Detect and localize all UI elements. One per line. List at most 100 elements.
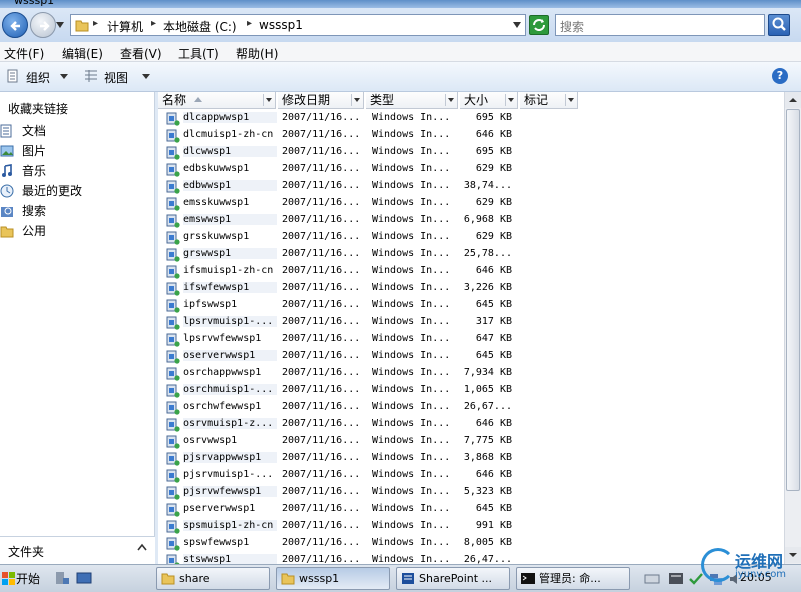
file-row[interactable]: oserverwwsp1 2007/11/16... Windows In... 64… xyxy=(158,348,784,365)
file-row[interactable]: ipfswwsp1 2007/11/16... Windows In... 645 K… xyxy=(158,297,784,314)
file-row[interactable]: spswfewwsp1 2007/11/16... Windows In... 8,0… xyxy=(158,535,784,552)
column-filter-dropdown[interactable] xyxy=(565,94,575,106)
arrow-left-icon xyxy=(10,21,20,31)
file-row[interactable]: ifsmuisp1-zh-cn 2007/11/16... Windows In..… xyxy=(158,263,784,280)
installer-package-icon xyxy=(166,197,180,211)
file-type: Windows In... xyxy=(372,299,451,310)
help-button[interactable]: ? xyxy=(772,68,788,84)
file-row[interactable]: pjsrvwfewwsp1 2007/11/16... Windows In... 5… xyxy=(158,484,784,501)
scroll-up-button[interactable] xyxy=(785,92,801,108)
column-size-label: 大小 xyxy=(464,93,489,107)
file-row[interactable]: ifswfewwsp1 2007/11/16... Windows In... 3,2… xyxy=(158,280,784,297)
menu-file[interactable]: 文件(F) xyxy=(4,45,44,62)
file-row[interactable]: osrchappwwsp1 2007/11/16... Windows In... 7… xyxy=(158,365,784,382)
start-button[interactable]: 开始 xyxy=(0,567,46,591)
show-desktop-icon[interactable] xyxy=(76,570,92,586)
column-header-type[interactable]: 类型 xyxy=(366,92,458,109)
file-row[interactable]: lpsrvwfewwsp1 2007/11/16... Windows In... 6… xyxy=(158,331,784,348)
menu-view[interactable]: 查看(V) xyxy=(120,45,162,62)
file-row[interactable]: osrchwfewwsp1 2007/11/16... Windows In... 2… xyxy=(158,399,784,416)
file-row[interactable]: dlcappwwsp1 2007/11/16... Windows In... 695… xyxy=(158,110,784,127)
file-row[interactable]: pserverwwsp1 2007/11/16... Windows In... 64… xyxy=(158,501,784,518)
file-date: 2007/11/16... xyxy=(282,214,361,225)
file-row[interactable]: dlcwwsp1 2007/11/16... Windows In... 695 KB xyxy=(158,144,784,161)
file-row[interactable]: lpsrvmuisp1-... 2007/11/16... Windows In..… xyxy=(158,314,784,331)
public-folder-icon xyxy=(0,226,14,238)
menu-help[interactable]: 帮助(H) xyxy=(236,45,278,62)
address-bar[interactable]: ▸ 计算机 ▸ 本地磁盘 (C:) ▸ wsssp1 xyxy=(70,14,526,36)
file-row[interactable]: osrvmuisp1-z... 2007/11/16... Windows In..… xyxy=(158,416,784,433)
favorite-recent-changes[interactable]: 最近的更改 xyxy=(0,182,150,200)
installer-package-icon xyxy=(166,112,180,126)
folders-toggle[interactable]: 文件夹 xyxy=(0,536,155,564)
task-sharepoint[interactable]: SharePoint ... xyxy=(396,567,510,590)
back-button[interactable] xyxy=(2,12,28,38)
installer-package-icon xyxy=(166,452,180,466)
keyboard-icon[interactable] xyxy=(644,571,660,587)
file-name: dlcappwwsp1 xyxy=(183,112,277,123)
breadcrumb-wsssp1[interactable]: wsssp1 xyxy=(259,18,303,32)
column-header-date[interactable]: 修改日期 xyxy=(278,92,364,109)
column-header-size[interactable]: 大小 xyxy=(460,92,518,109)
file-row[interactable]: emswwsp1 2007/11/16... Windows In... 6,968 … xyxy=(158,212,784,229)
file-row[interactable]: spsmuisp1-zh-cn 2007/11/16... Windows In..… xyxy=(158,518,784,535)
installer-package-icon xyxy=(166,299,180,313)
favorite-public[interactable]: 公用 xyxy=(0,222,150,240)
file-row[interactable]: osrvwwsp1 2007/11/16... Windows In... 7,775… xyxy=(158,433,784,450)
file-date: 2007/11/16... xyxy=(282,146,361,157)
breadcrumb-computer[interactable]: 计算机 xyxy=(107,18,143,35)
search-button[interactable] xyxy=(768,14,790,36)
installer-package-icon xyxy=(166,469,180,483)
file-date: 2007/11/16... xyxy=(282,537,361,548)
file-row[interactable]: pjsrvmuisp1-... 2007/11/16... Windows In..… xyxy=(158,467,784,484)
file-size: 646 KB xyxy=(475,265,512,276)
views-label: 视图 xyxy=(104,71,129,85)
recent-pages-dropdown[interactable] xyxy=(56,22,64,28)
file-row[interactable]: dlcmuisp1-zh-cn 2007/11/16... Windows In..… xyxy=(158,127,784,144)
organize-icon xyxy=(7,69,18,83)
scrollbar-thumb[interactable] xyxy=(786,109,800,491)
task-command-prompt[interactable]: 管理员: 命... xyxy=(516,567,630,590)
search-input[interactable]: 搜索 xyxy=(555,14,765,36)
favorite-documents[interactable]: 文档 xyxy=(0,122,150,140)
column-filter-dropdown[interactable] xyxy=(263,94,273,106)
menu-tools[interactable]: 工具(T) xyxy=(178,45,219,62)
installer-package-icon xyxy=(166,537,180,551)
vertical-scrollbar[interactable] xyxy=(784,92,801,564)
chevron-down-icon xyxy=(142,74,150,79)
task-share[interactable]: share xyxy=(156,567,270,590)
file-row[interactable]: grswwsp1 2007/11/16... Windows In... 25,78.… xyxy=(158,246,784,263)
file-row[interactable]: emsskuwwsp1 2007/11/16... Windows In... 629… xyxy=(158,195,784,212)
column-name-label: 名称 xyxy=(162,93,187,107)
refresh-button[interactable] xyxy=(529,15,549,35)
file-name: spsmuisp1-zh-cn xyxy=(183,520,277,531)
menu-edit[interactable]: 编辑(E) xyxy=(62,45,103,62)
virtual-machine-icon[interactable] xyxy=(668,571,684,587)
file-date: 2007/11/16... xyxy=(282,112,361,123)
address-history-dropdown[interactable] xyxy=(513,22,521,28)
column-header-tags[interactable]: 标记 xyxy=(520,92,578,109)
file-size: 7,934 KB xyxy=(463,367,512,378)
file-row[interactable]: edbwwsp1 2007/11/16... Windows In... 38,74.… xyxy=(158,178,784,195)
column-filter-dropdown[interactable] xyxy=(351,94,361,106)
file-row[interactable]: pjsrvappwwsp1 2007/11/16... Windows In... 3… xyxy=(158,450,784,467)
favorite-searches[interactable]: 搜索 xyxy=(0,202,150,220)
file-row[interactable]: edbskuwwsp1 2007/11/16... Windows In... 629… xyxy=(158,161,784,178)
file-row[interactable]: stswwsp1 2007/11/16... Windows In... 26,47.… xyxy=(158,552,784,564)
file-type: Windows In... xyxy=(372,129,451,140)
installer-package-icon xyxy=(166,333,180,347)
views-button[interactable]: 视图 xyxy=(82,62,156,91)
favorite-pictures[interactable]: 图片 xyxy=(0,142,150,160)
column-header-name[interactable]: 名称 xyxy=(158,92,276,109)
forward-button[interactable] xyxy=(30,12,56,38)
task-wsssp1[interactable]: wsssp1 xyxy=(276,567,390,590)
file-date: 2007/11/16... xyxy=(282,129,361,140)
column-filter-dropdown[interactable] xyxy=(445,94,455,106)
column-filter-dropdown[interactable] xyxy=(505,94,515,106)
organize-button[interactable]: 组织 xyxy=(4,62,74,91)
file-row[interactable]: osrchmuisp1-... 2007/11/16... Windows In..… xyxy=(158,382,784,399)
file-row[interactable]: grsskuwwsp1 2007/11/16... Windows In... 629… xyxy=(158,229,784,246)
favorite-music[interactable]: 音乐 xyxy=(0,162,150,180)
server-manager-icon[interactable] xyxy=(54,570,70,586)
breadcrumb-drive-c[interactable]: 本地磁盘 (C:) xyxy=(163,18,237,35)
